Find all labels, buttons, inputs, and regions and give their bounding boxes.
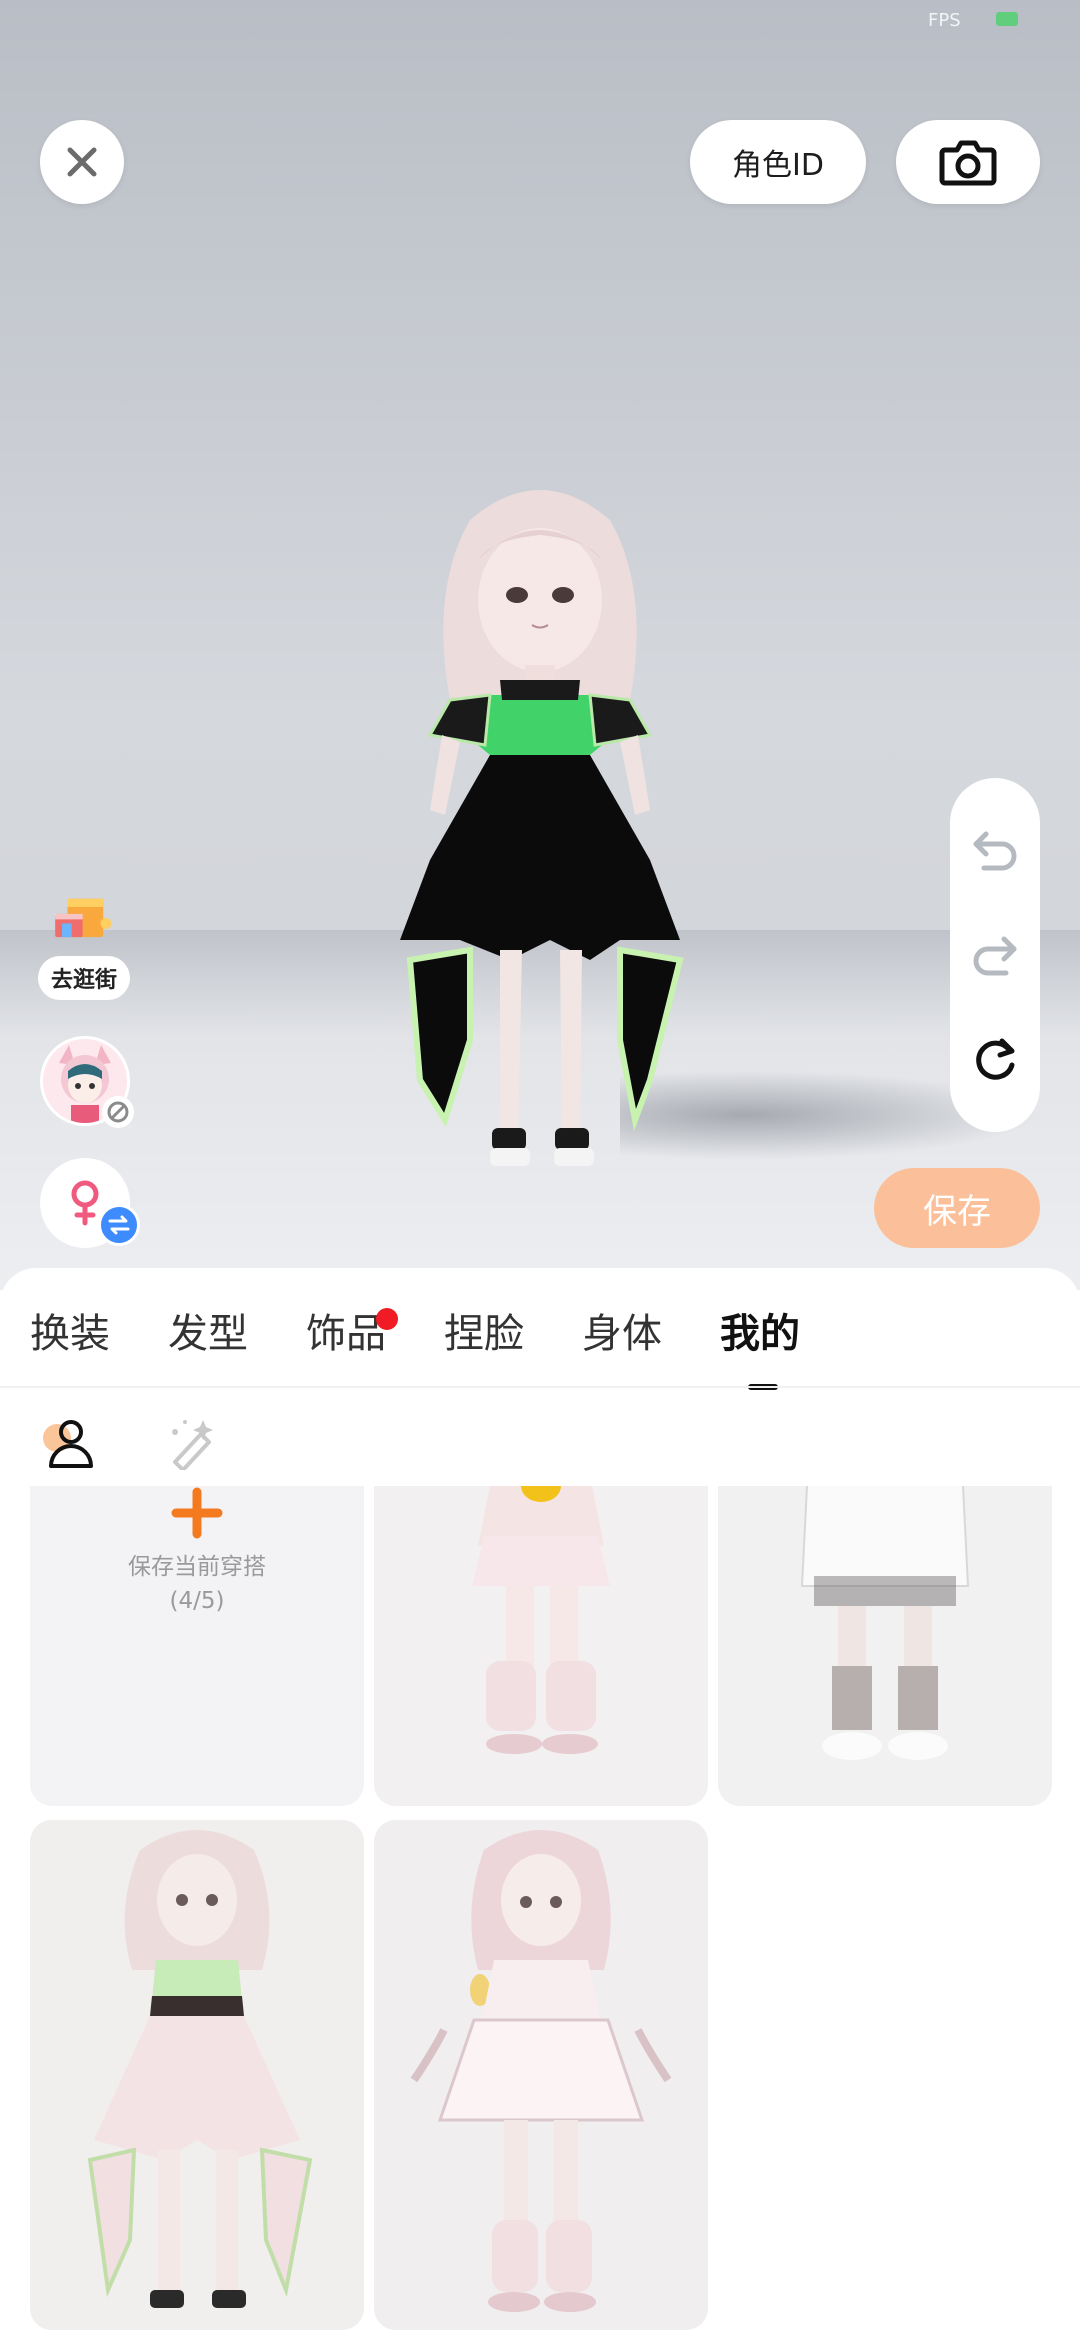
redo-button[interactable] <box>965 925 1025 985</box>
tab-body[interactable]: 身体 <box>582 1304 662 1364</box>
save-button[interactable]: 保存 <box>874 1168 1040 1248</box>
go-shopping-label: 去逛街 <box>50 968 117 993</box>
block-icon <box>107 1101 129 1123</box>
new-badge <box>376 1308 398 1330</box>
outfit-card[interactable] <box>374 1820 708 2330</box>
tab-mine[interactable]: 我的 <box>720 1304 800 1390</box>
save-current-outfit-label: 保存当前穿搭 <box>128 1554 266 1580</box>
outfit-card[interactable] <box>718 1486 1052 1806</box>
swap-arrows-icon <box>108 1215 130 1235</box>
fps-signal-icon <box>996 12 1018 26</box>
hide-character-badge[interactable] <box>102 1096 134 1128</box>
person-icon <box>43 1420 93 1468</box>
history-controls <box>950 778 1040 1132</box>
go-shopping-button[interactable]: 去逛街 <box>38 956 130 1000</box>
outfit-thumbnail-image <box>374 1486 708 1806</box>
redo-icon <box>973 936 1017 976</box>
wardrobe-panel: 换装 发型 饰品 捏脸 身体 我的 保存当前穿搭 (4/5) <box>0 1268 1080 2340</box>
reset-icon <box>976 1038 1015 1080</box>
tab-outfit[interactable]: 换装 <box>30 1304 110 1364</box>
close-button[interactable] <box>40 120 124 204</box>
undo-button[interactable] <box>965 820 1025 880</box>
role-id-button[interactable]: 角色ID <box>690 120 866 204</box>
close-icon <box>67 147 97 177</box>
role-id-label: 角色ID <box>732 148 824 183</box>
gender-swap-badge[interactable] <box>98 1204 140 1246</box>
avatar-figure[interactable] <box>350 480 730 1200</box>
sub-tabs <box>38 1412 220 1472</box>
outfit-thumbnail-image <box>30 1820 364 2330</box>
category-tabs: 换装 发型 饰品 捏脸 身体 我的 <box>30 1304 800 1390</box>
camera-button[interactable] <box>896 120 1040 204</box>
avatar-preview-stage[interactable]: FPS 角色ID 去逛街 保存 <box>0 0 1080 1290</box>
save-current-outfit-card[interactable]: 保存当前穿搭 (4/5) <box>30 1486 364 1806</box>
saved-outfit-count: (4/5) <box>169 1588 225 1614</box>
save-button-label: 保存 <box>923 1191 991 1232</box>
subtab-saved-outfits[interactable] <box>38 1412 98 1472</box>
undo-icon <box>973 831 1017 871</box>
outfit-thumbnail-image <box>374 1820 708 2330</box>
magic-brush-icon <box>172 1420 213 1470</box>
reset-button[interactable] <box>965 1030 1025 1090</box>
camera-icon <box>939 140 997 186</box>
outfit-card[interactable] <box>30 1820 364 2330</box>
plus-icon <box>171 1487 223 1539</box>
tab-hairstyle[interactable]: 发型 <box>168 1304 248 1364</box>
tabs-divider <box>0 1386 1080 1388</box>
tab-accessories[interactable]: 饰品 <box>306 1304 398 1364</box>
subtab-creations[interactable] <box>160 1412 220 1472</box>
outfit-card[interactable] <box>374 1486 708 1806</box>
outfit-thumbnail-image <box>718 1486 1052 1806</box>
tab-face[interactable]: 捏脸 <box>444 1304 524 1364</box>
saved-outfits-grid: 保存当前穿搭 (4/5) <box>0 1486 1080 2340</box>
fps-indicator: FPS <box>928 10 961 31</box>
